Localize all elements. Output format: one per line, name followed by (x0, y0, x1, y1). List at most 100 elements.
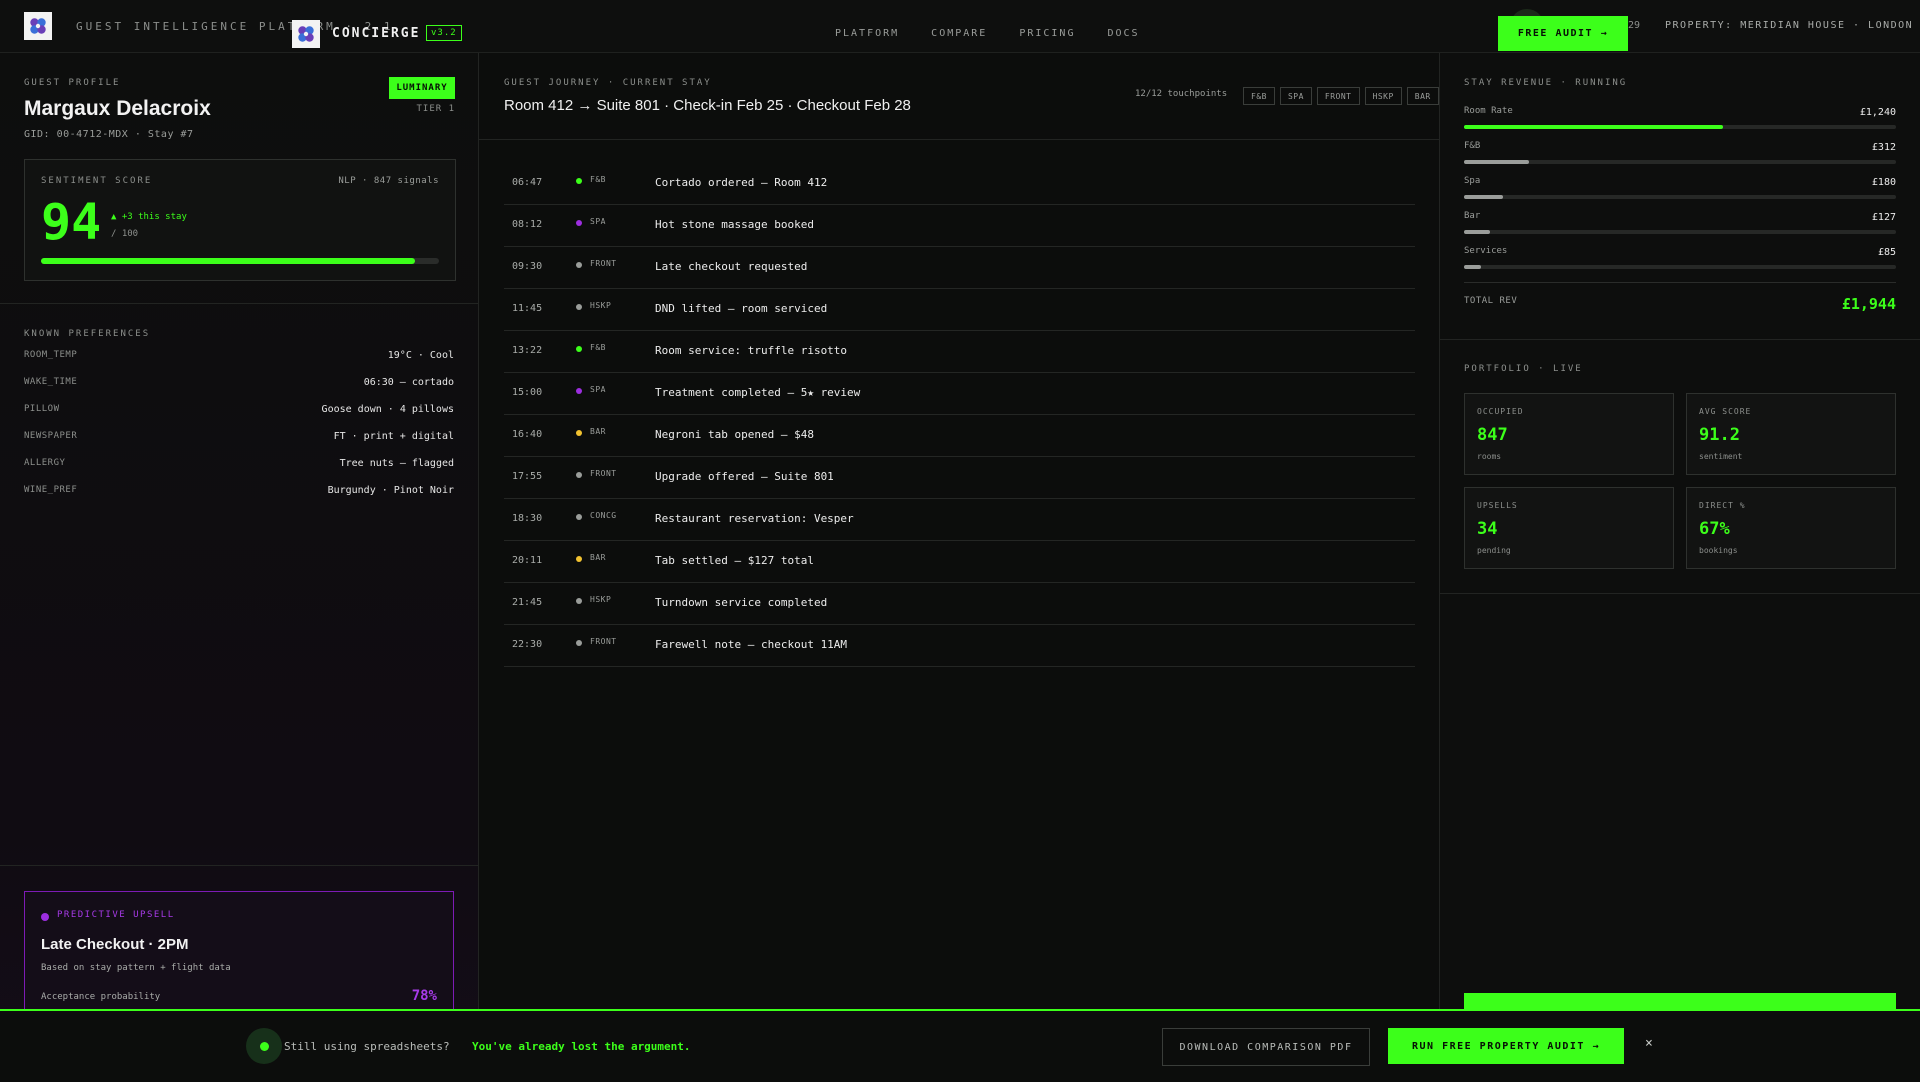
free-audit-button[interactable]: FREE AUDIT → (1498, 16, 1628, 51)
filter-chips: F&B SPA FRONT HSKP BAR (1243, 87, 1439, 105)
event-time: 20:11 (512, 555, 543, 566)
divider (1440, 593, 1920, 594)
event-category: SPA (590, 217, 606, 226)
timeline-row[interactable]: 21:45 HSKP Turndown service completed (504, 583, 1415, 625)
timeline-row[interactable]: 11:45 HSKP DND lifted — room serviced (504, 289, 1415, 331)
guest-name: Margaux Delacroix (24, 97, 211, 120)
event-text: Upgrade offered — Suite 801 (655, 470, 834, 483)
revenue-row: Spa £180 (1464, 176, 1896, 211)
revenue-value: £85 (1877, 247, 1896, 258)
tier-badge: LUMINARY (389, 77, 455, 99)
revenue-bar-track (1464, 265, 1896, 269)
nav-pricing[interactable]: PRICING (1019, 28, 1075, 39)
timeline-row[interactable]: 09:30 FRONT Late checkout requested (504, 247, 1415, 289)
filter-chip-fnb[interactable]: F&B (1243, 87, 1275, 105)
revenue-bar-fill (1464, 265, 1482, 269)
route-from: Room 412 (504, 97, 574, 114)
filter-chip-hskp[interactable]: HSKP (1364, 87, 1402, 105)
event-time: 18:30 (512, 513, 543, 524)
portfolio-eyebrow: PORTFOLIO · LIVE (1464, 364, 1583, 374)
revenue-bar-track (1464, 195, 1896, 199)
guest-id: GID: 00-4712-MDX · Stay #7 (24, 129, 194, 140)
total-revenue-label: TOTAL REV (1464, 296, 1518, 306)
preference-row: PILLOW Goose down · 4 pillows (24, 404, 454, 431)
preference-key: WINE_PREF (24, 485, 78, 495)
sentiment-title: SENTIMENT SCORE (41, 176, 153, 186)
revenue-bar-track (1464, 160, 1896, 164)
preference-row: ROOM_TEMP 19°C · Cool (24, 350, 454, 377)
filter-chip-front[interactable]: FRONT (1316, 87, 1360, 105)
kpi-avg-score: AVG SCORE 91.2 sentiment (1686, 393, 1896, 475)
logo-icon[interactable] (24, 12, 52, 40)
kpi-value: 67% (1699, 519, 1730, 539)
revenue-label: F&B (1464, 141, 1481, 151)
preference-value: 06:30 — cortado (363, 377, 454, 388)
event-time: 06:47 (512, 177, 543, 188)
event-category: HSKP (590, 595, 612, 604)
preference-row: WINE_PREF Burgundy · Pinot Noir (24, 485, 454, 512)
sentiment-progress-track (41, 258, 439, 264)
event-time: 08:12 (512, 219, 543, 230)
nav-compare[interactable]: COMPARE (931, 28, 987, 39)
divider (479, 139, 1439, 140)
event-category: SPA (590, 385, 606, 394)
event-text: Tab settled — $127 total (655, 554, 814, 567)
timeline-row[interactable]: 08:12 SPA Hot stone massage booked (504, 205, 1415, 247)
timeline-row[interactable]: 06:47 F&B Cortado ordered — Room 412 (504, 163, 1415, 205)
divider (1440, 339, 1920, 340)
kpi-occupied: OCCUPIED 847 rooms (1464, 393, 1674, 475)
preference-key: ROOM_TEMP (24, 350, 78, 360)
journey-route: Room 412 → Suite 801 · Check-in Feb 25 ·… (504, 97, 911, 114)
timeline-row[interactable]: 18:30 CONCG Restaurant reservation: Vesper (504, 499, 1415, 541)
section-eyebrow: GUEST PROFILE (24, 78, 121, 88)
pulse-icon (246, 1028, 282, 1064)
route-arrow-icon: → (577, 97, 593, 114)
timeline-row[interactable]: 22:30 FRONT Farewell note — checkout 11AM (504, 625, 1415, 667)
filter-chip-bar[interactable]: BAR (1406, 87, 1439, 105)
run-audit-button[interactable]: RUN FREE PROPERTY AUDIT → (1388, 1028, 1624, 1064)
revenue-value: £1,240 (1859, 107, 1896, 118)
kpi-value: 847 (1477, 425, 1508, 445)
event-text: Late checkout requested (655, 260, 808, 273)
version-badge: v3.2 (426, 25, 462, 41)
portfolio-grid: OCCUPIED 847 rooms AVG SCORE 91.2 sentim… (1464, 393, 1896, 569)
timeline-row[interactable]: 16:40 BAR Negroni tab opened — $48 (504, 415, 1415, 457)
revenue-row: Room Rate £1,240 (1464, 106, 1896, 141)
revenue-row: Services £85 (1464, 246, 1896, 281)
timeline-row[interactable]: 17:55 FRONT Upgrade offered — Suite 801 (504, 457, 1415, 499)
sentiment-card: SENTIMENT SCORE NLP · 847 signals 94 ▲ +… (24, 159, 456, 281)
sentiment-score: 94 (41, 193, 102, 251)
timeline-row[interactable]: 13:22 F&B Room service: truffle risotto (504, 331, 1415, 373)
timeline-row[interactable]: 15:00 SPA Treatment completed — 5★ review (504, 373, 1415, 415)
event-text: Hot stone massage booked (655, 218, 814, 231)
filter-chip-spa[interactable]: SPA (1279, 87, 1312, 105)
event-time: 21:45 (512, 597, 543, 608)
preference-row: ALLERGY Tree nuts — flagged (24, 458, 454, 485)
nav-docs[interactable]: DOCS (1107, 28, 1139, 39)
event-text: Turndown service completed (655, 596, 828, 609)
sentiment-max: / 100 (111, 229, 139, 239)
category-dot-icon (576, 220, 582, 226)
main-nav: PLATFORM COMPARE PRICING DOCS (835, 28, 1140, 39)
brand-name[interactable]: CONCIERGE (332, 26, 420, 41)
event-category: FRONT (590, 469, 617, 478)
close-icon[interactable]: × (1645, 1036, 1653, 1051)
category-dot-icon (576, 304, 582, 310)
journey-eyebrow: GUEST JOURNEY · CURRENT STAY (504, 78, 712, 88)
sentiment-meta: NLP · 847 signals (338, 176, 439, 186)
preference-key: ALLERGY (24, 458, 66, 468)
category-dot-icon (576, 514, 582, 520)
category-dot-icon (576, 388, 582, 394)
event-time: 09:30 (512, 261, 543, 272)
revenue-panel: STAY REVENUE · RUNNING Room Rate £1,240 F&… (1440, 53, 1920, 1080)
event-time: 17:55 (512, 471, 543, 482)
nav-platform[interactable]: PLATFORM (835, 28, 899, 39)
timeline-row[interactable]: 20:11 BAR Tab settled — $127 total (504, 541, 1415, 583)
event-category: F&B (590, 175, 606, 184)
download-comparison-button[interactable]: DOWNLOAD COMPARISON PDF (1162, 1028, 1370, 1066)
brand-logo-icon[interactable] (292, 20, 320, 48)
upsell-title: Late Checkout · 2PM (41, 936, 189, 953)
guest-profile-panel: GUEST PROFILE Margaux Delacroix GID: 00-… (0, 53, 479, 1080)
revenue-bar-fill (1464, 160, 1529, 164)
event-time: 16:40 (512, 429, 543, 440)
